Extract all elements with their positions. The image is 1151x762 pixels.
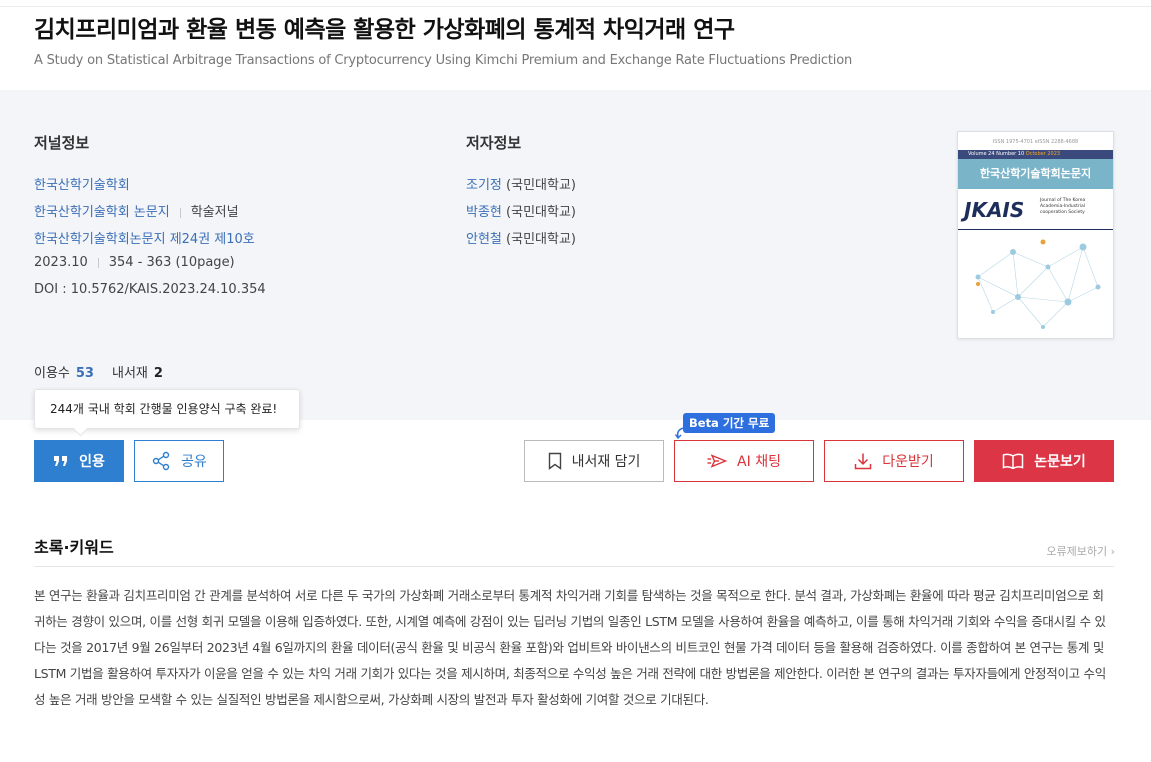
view-paper-button[interactable]: 논문보기: [974, 440, 1114, 482]
author-affiliation: (국민대학교): [506, 178, 576, 193]
separator: [97, 257, 99, 268]
author-info-heading: 저자정보: [466, 134, 522, 152]
cover-journal-name: 한국산학기술학회논문지: [958, 159, 1113, 189]
cover-volume: Volume 24 Number 10: [968, 151, 1025, 157]
journal-link[interactable]: 한국산학기술학회 논문지: [34, 205, 170, 220]
share-icon: [152, 451, 170, 471]
top-divider: [0, 6, 1151, 7]
citation-tooltip: 244개 국내 학회 간행물 인용양식 구축 완료!: [34, 389, 300, 429]
author-row: 안현철 (국민대학교): [466, 228, 576, 247]
journal-publisher-row: 한국산학기술학회: [34, 174, 130, 193]
author-affiliation: (국민대학교): [506, 205, 576, 220]
quote-icon: [54, 456, 68, 466]
page-title: 김치프리미엄과 환율 변동 예측을 활용한 가상화폐의 통계적 차익거래 연구: [34, 17, 735, 43]
journal-issue-row: 한국산학기술학회논문지 제24권 제10호: [34, 228, 255, 247]
cover-rule: [958, 229, 1113, 230]
share-button[interactable]: 공유: [134, 440, 224, 482]
library-count: 2: [153, 366, 163, 381]
save-label: 내서재 담기: [571, 454, 641, 470]
journal-cover-image[interactable]: ISSN 1975-4701 eISSN 2288-4688 Volume 24…: [957, 131, 1114, 339]
cite-button[interactable]: 인용: [34, 440, 124, 482]
cover-month: October 2023: [1025, 151, 1061, 157]
publish-date: 2023.10: [34, 255, 88, 270]
publisher-link[interactable]: 한국산학기술학회: [34, 178, 130, 193]
library-label: 내서재: [111, 366, 148, 381]
ai-chat-button[interactable]: AI 채팅: [674, 440, 814, 482]
issue-link[interactable]: 한국산학기술학회논문지 제24권 제10호: [34, 232, 255, 247]
open-book-icon: [1002, 453, 1024, 469]
cite-label: 인용: [79, 454, 105, 470]
usage-stats: 이용수 53 내서재 2: [34, 362, 163, 381]
journal-type: 학술저널: [190, 205, 239, 220]
download-icon: [854, 453, 872, 470]
save-to-library-button[interactable]: 내서재 담기: [524, 440, 664, 482]
usage-label: 이용수: [34, 366, 70, 381]
ai-chat-label: AI 채팅: [737, 454, 781, 470]
view-paper-label: 논문보기: [1034, 454, 1086, 470]
section-divider: [34, 566, 1114, 567]
doi: DOI : 10.5762/KAIS.2023.24.10.354: [34, 282, 266, 297]
author-link[interactable]: 조기정: [466, 178, 502, 193]
cover-volume-band: Volume 24 Number 10 October 2023: [958, 150, 1113, 159]
journal-name-row: 한국산학기술학회 논문지 학술저널: [34, 201, 239, 220]
cover-issn: ISSN 1975-4701 eISSN 2288-4688: [992, 139, 1079, 145]
report-error-link[interactable]: 오류제보하기 ›: [1046, 543, 1115, 559]
usage-count: 53: [75, 366, 94, 381]
journal-date-row: 2023.10 354 - 363 (10page): [34, 255, 235, 270]
download-button[interactable]: 다운받기: [824, 440, 964, 482]
page-range: 354 - 363 (10page): [108, 255, 235, 270]
download-label: 다운받기: [882, 454, 934, 470]
abstract-text: 본 연구는 환율과 김치프리미엄 간 관계를 분석하여 서로 다른 두 국가의 …: [34, 588, 1106, 707]
author-row: 박종현 (국민대학교): [466, 201, 576, 220]
author-link[interactable]: 박종현: [466, 205, 502, 220]
author-row: 조기정 (국민대학교): [466, 174, 576, 193]
page-subtitle: A Study on Statistical Arbitrage Transac…: [34, 53, 852, 68]
cover-logo: JKAIS: [964, 198, 1025, 222]
author-affiliation: (국민대학교): [506, 232, 576, 247]
cover-logo-subtitle: Journal of The Korea Academia-Industrial…: [1040, 198, 1086, 215]
separator: [179, 207, 181, 218]
share-label: 공유: [181, 454, 207, 470]
beta-badge: Beta 기간 무료: [683, 413, 776, 433]
bookmark-icon: [548, 452, 561, 470]
curved-arrow-icon: [674, 427, 685, 440]
author-link[interactable]: 안현철: [466, 232, 502, 247]
abstract-heading: 초록·키워드: [34, 538, 114, 557]
cover-network-illustration: [975, 239, 1101, 329]
send-icon: [707, 454, 728, 468]
journal-info-heading: 저널정보: [34, 134, 90, 152]
